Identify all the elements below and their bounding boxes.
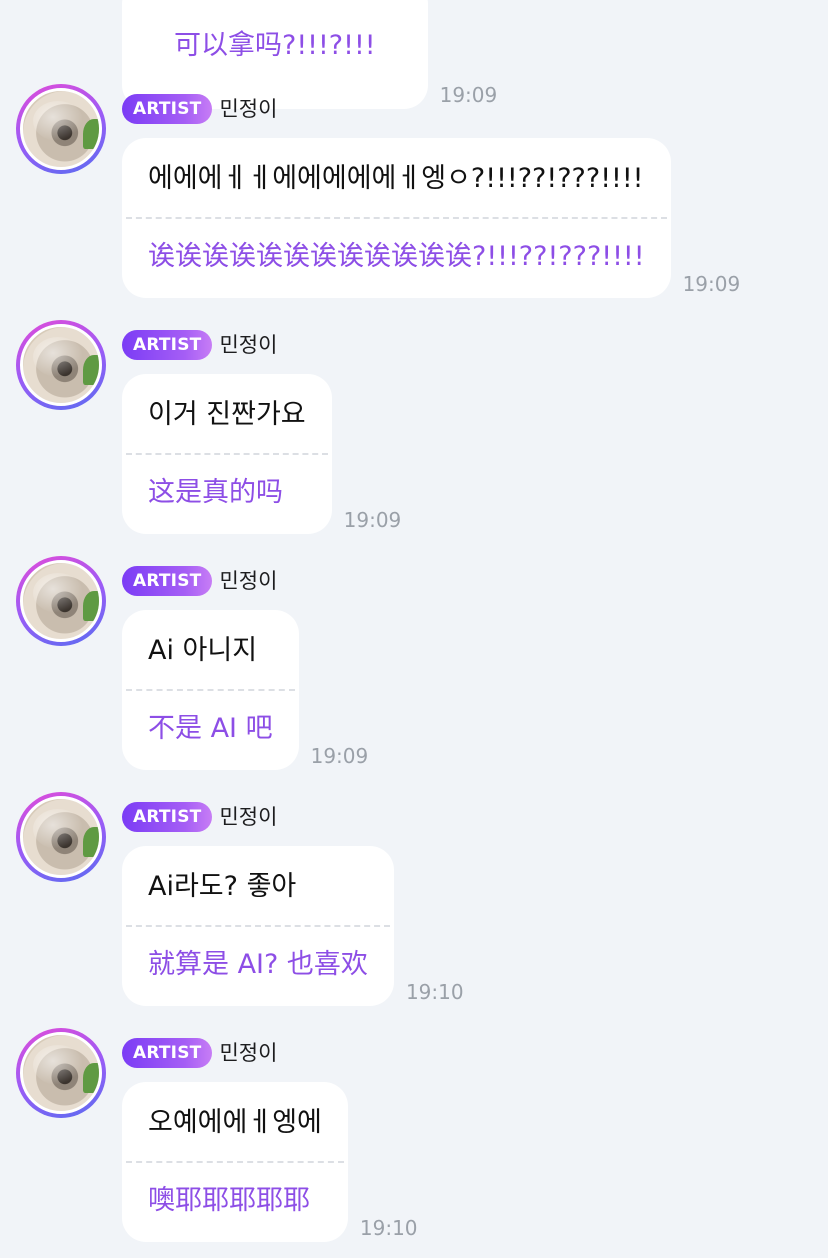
- message-row: ARTIST 민정이 오예에에ㅔ엥에 噢耶耶耶耶耶 19:10: [0, 1028, 828, 1258]
- sender-line: ARTIST 민정이: [122, 566, 277, 596]
- message-content: Ai라도? 좋아 就算是 AI? 也喜欢 19:10: [122, 846, 464, 1006]
- message-time: 19:10: [405, 980, 464, 1004]
- sender-line: ARTIST 민정이: [122, 1038, 277, 1068]
- artist-badge: ARTIST: [122, 802, 213, 832]
- sender-line: ARTIST 민정이: [122, 94, 277, 124]
- avatar[interactable]: [16, 1028, 106, 1118]
- message-translation: 就算是 AI? 也喜欢: [148, 949, 368, 980]
- message-translation: 不是 AI 吧: [148, 713, 273, 744]
- sender-name[interactable]: 민정이: [219, 330, 277, 360]
- message-content: 에에에ㅔㅔ에에에에에ㅔ엥ㅇ?!!!??!???!!!! 诶诶诶诶诶诶诶诶诶诶诶诶…: [122, 138, 740, 298]
- chat-list: 可以拿吗?!!!?!!! 19:09 ARTIST 민정이 에에에ㅔㅔ에에에에에…: [0, 0, 828, 1258]
- avatar[interactable]: [16, 556, 106, 646]
- sender-name[interactable]: 민정이: [219, 802, 277, 832]
- artist-badge: ARTIST: [122, 1038, 213, 1068]
- artist-badge: ARTIST: [122, 94, 213, 124]
- sender-line: ARTIST 민정이: [122, 802, 277, 832]
- message-original: Ai 아니지: [148, 635, 258, 666]
- sender-line: ARTIST 민정이: [122, 330, 277, 360]
- message-time: 19:09: [343, 508, 402, 532]
- avatar-image: [20, 796, 102, 878]
- message-row: ARTIST 민정이 Ai 아니지 不是 AI 吧 19:09: [0, 556, 828, 792]
- message-translation: 这是真的吗: [148, 477, 283, 508]
- avatar-image: [20, 88, 102, 170]
- message-content: Ai 아니지 不是 AI 吧 19:09: [122, 610, 368, 770]
- message-original: 오예에에ㅔ엥에: [148, 1107, 322, 1138]
- message-bubble[interactable]: Ai라도? 좋아 就算是 AI? 也喜欢: [122, 846, 394, 1006]
- message-translation: 噢耶耶耶耶耶: [148, 1185, 310, 1216]
- sender-name[interactable]: 민정이: [219, 94, 277, 124]
- message-original: Ai라도? 좋아: [148, 871, 297, 902]
- sender-name[interactable]: 민정이: [219, 1038, 277, 1068]
- avatar[interactable]: [16, 84, 106, 174]
- message-original: 이거 진짠가요: [148, 399, 306, 430]
- message-bubble[interactable]: Ai 아니지 不是 AI 吧: [122, 610, 299, 770]
- message-translation: 可以拿吗?!!!?!!!: [174, 30, 376, 61]
- message-row: ARTIST 민정이 이거 진짠가요 这是真的吗 19:09: [0, 320, 828, 556]
- message-time: 19:10: [359, 1216, 418, 1240]
- message-bubble[interactable]: 이거 진짠가요 这是真的吗: [122, 374, 332, 534]
- avatar-image: [20, 1032, 102, 1114]
- message-bubble[interactable]: 오예에에ㅔ엥에 噢耶耶耶耶耶: [122, 1082, 348, 1242]
- message-translation: 诶诶诶诶诶诶诶诶诶诶诶诶?!!!??!???!!!!: [148, 241, 645, 272]
- sender-name[interactable]: 민정이: [219, 566, 277, 596]
- message-row: ARTIST 민정이 Ai라도? 좋아 就算是 AI? 也喜欢 19:10: [0, 792, 828, 1028]
- message-bubble[interactable]: 에에에ㅔㅔ에에에에에ㅔ엥ㅇ?!!!??!???!!!! 诶诶诶诶诶诶诶诶诶诶诶诶…: [122, 138, 671, 298]
- avatar-image: [20, 324, 102, 406]
- message-original: 에에에ㅔㅔ에에에에에ㅔ엥ㅇ?!!!??!???!!!!: [148, 163, 644, 194]
- avatar-image: [20, 560, 102, 642]
- message-content: 오예에에ㅔ엥에 噢耶耶耶耶耶 19:10: [122, 1082, 418, 1242]
- message-time: 19:09: [682, 272, 741, 296]
- message-row: ARTIST 민정이 에에에ㅔㅔ에에에에에ㅔ엥ㅇ?!!!??!???!!!! 诶…: [0, 84, 828, 320]
- message-time: 19:09: [310, 744, 369, 768]
- artist-badge: ARTIST: [122, 566, 213, 596]
- avatar[interactable]: [16, 320, 106, 410]
- avatar[interactable]: [16, 792, 106, 882]
- artist-badge: ARTIST: [122, 330, 213, 360]
- message-content: 이거 진짠가요 这是真的吗 19:09: [122, 374, 401, 534]
